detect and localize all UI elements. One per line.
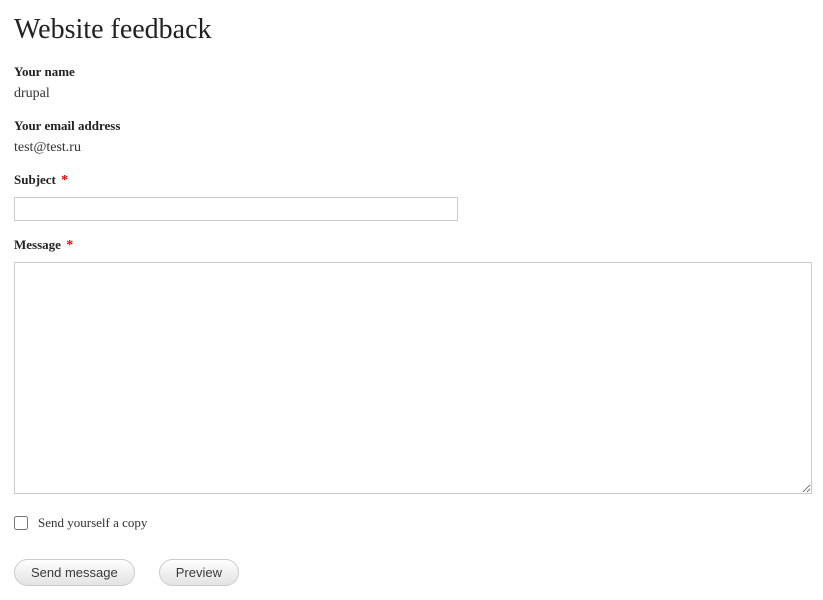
email-value: test@test.ru [14,140,81,155]
page-title: Website feedback [14,14,809,46]
copy-checkbox-label[interactable]: Send yourself a copy [38,515,147,531]
message-field-group: Message * [14,237,809,499]
message-textarea[interactable] [14,262,812,494]
send-message-button[interactable]: Send message [14,559,135,586]
name-value: drupal [14,86,50,101]
message-label-wrapper: Message * [14,237,809,254]
name-label: Your name [14,64,809,80]
form-actions: Send message Preview [14,559,809,586]
subject-label-wrapper: Subject * [14,172,809,189]
message-label: Message [14,237,61,252]
email-field-group: Your email address test@test.ru [14,118,809,156]
required-marker-icon: * [61,173,68,188]
name-field-group: Your name drupal [14,64,809,102]
copy-checkbox[interactable] [14,516,28,530]
subject-label: Subject [14,172,56,187]
subject-field-group: Subject * [14,172,809,221]
required-marker-icon: * [66,238,73,253]
email-label: Your email address [14,118,809,134]
copy-checkbox-group: Send yourself a copy [14,515,809,531]
preview-button[interactable]: Preview [159,559,239,586]
subject-input[interactable] [14,197,458,221]
